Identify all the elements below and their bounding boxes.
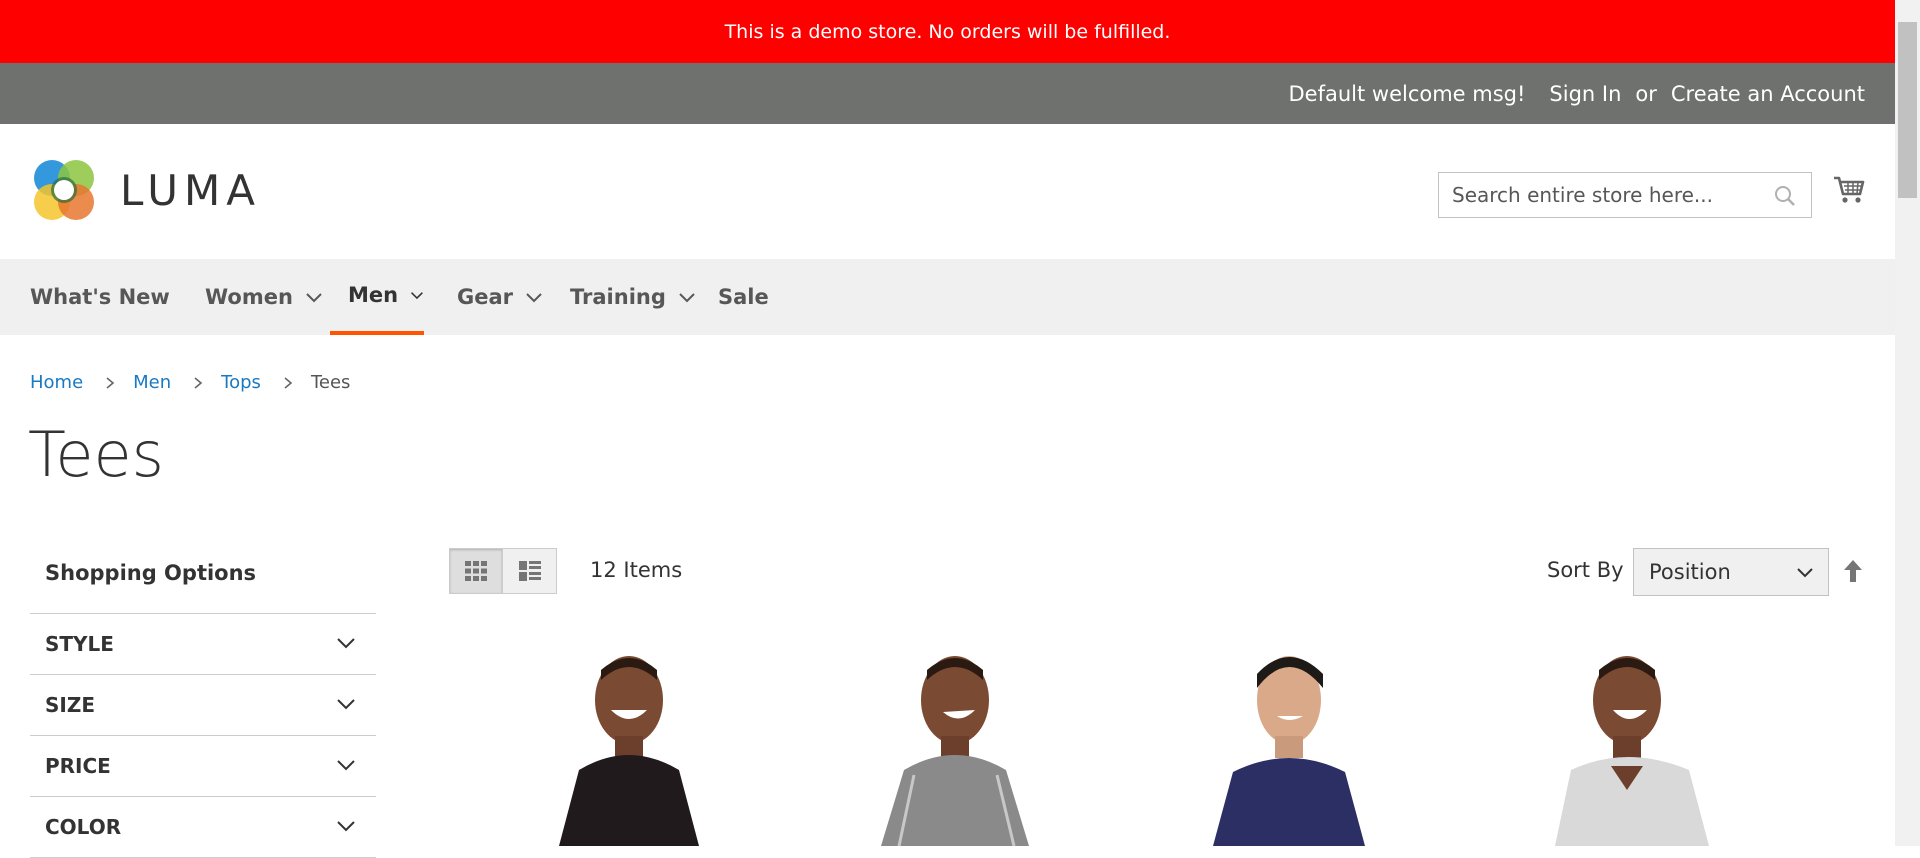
filter-label: COLOR [45,815,122,839]
product-image[interactable] [1169,640,1469,846]
minicart-button[interactable] [1832,172,1866,210]
sidebar-title: Shopping Options [30,548,376,614]
chevron-down-icon [306,293,322,303]
logo-text: LUMA [120,165,262,215]
product-photo [559,656,699,846]
header-links: Default welcome msg! Sign In or Create a… [1288,63,1865,124]
nav-item-label: Women [205,285,293,309]
list-view-button[interactable] [503,548,557,594]
nav-item-training[interactable]: Training [570,259,696,335]
chevron-right-icon [283,376,293,390]
shirt-shape [559,755,699,846]
shopping-options-sidebar: Shopping Options STYLE SIZE PRICE COLOR [30,548,376,858]
shirt-shape [1213,758,1365,846]
logo-link[interactable]: LUMA [30,156,261,224]
filter-label: SIZE [45,693,96,717]
chevron-down-icon [679,293,695,303]
scrollbar-thumb[interactable] [1898,22,1917,198]
demo-notice-text: This is a demo store. No orders will be … [724,20,1171,43]
nav-item-women[interactable]: Women [205,259,323,335]
breadcrumb-tops[interactable]: Tops [221,372,261,393]
site-header: LUMA [0,124,1895,259]
product-photo [1213,656,1365,846]
view-mode-switcher [449,548,557,594]
nav-item-men[interactable]: Men [330,259,424,335]
breadcrumb-current: Tees [310,372,351,393]
products-toolbar: 12 Items Sort By Position [449,548,1869,596]
chevron-down-icon [411,292,424,300]
filter-color[interactable]: COLOR [30,797,376,858]
sign-in-link[interactable]: Sign In [1549,82,1621,106]
cart-icon [1834,176,1865,203]
header-panel: Default welcome msg! Sign In or Create a… [0,63,1895,124]
product-photo [1555,656,1709,846]
product-image[interactable] [819,640,1119,846]
sort-by-value: Position [1649,560,1731,584]
arrow-up-icon [1844,560,1862,582]
list-icon [518,561,541,581]
breadcrumb-men[interactable]: Men [133,372,171,393]
filter-price[interactable]: PRICE [30,736,376,797]
create-account-link[interactable]: Create an Account [1671,82,1865,106]
chevron-down-icon [526,293,542,303]
nav-item-label: Gear [457,285,514,309]
search-box [1438,172,1812,218]
filter-style[interactable]: STYLE [30,614,376,675]
sort-by-select[interactable]: Position [1633,548,1829,596]
search-input[interactable] [1439,173,1772,217]
chevron-down-icon [1797,568,1813,578]
product-image[interactable] [1519,640,1819,846]
search-icon[interactable] [1773,184,1797,208]
chevron-down-icon [337,821,355,832]
nav-item-label: Sale [718,285,769,309]
nav-item-label: Training [570,285,666,309]
chevron-down-icon [337,760,355,771]
main-navigation: What's New Women Men Gear Training Sale [0,259,1895,335]
grid-icon [465,561,487,581]
nav-item-label: What's New [30,285,170,309]
page-title: Tees [28,418,164,491]
nav-item-gear[interactable]: Gear [457,259,543,335]
or-separator: or [1635,81,1657,106]
grid-view-button[interactable] [449,548,503,594]
filter-size[interactable]: SIZE [30,675,376,736]
luma-logo-icon [34,160,94,220]
chevron-right-icon [193,376,203,390]
toolbar-amount: 12 Items [590,558,683,582]
demo-notice-bar: This is a demo store. No orders will be … [0,0,1895,63]
filter-label: PRICE [45,754,111,778]
product-grid [449,640,1869,846]
welcome-message: Default welcome msg! [1288,81,1526,106]
nav-item-whats-new[interactable]: What's New [30,259,170,335]
sort-direction-button[interactable] [1842,558,1864,588]
breadcrumb: Home Men Tops Tees [30,372,350,393]
nav-item-sale[interactable]: Sale [718,259,769,335]
chevron-down-icon [337,638,355,649]
nav-item-label: Men [348,283,399,307]
chevron-right-icon [105,376,115,390]
product-photo [881,656,1029,846]
filter-label: STYLE [45,632,114,656]
sort-by-label: Sort By [1547,558,1624,582]
breadcrumb-home[interactable]: Home [30,372,83,393]
chevron-down-icon [337,699,355,710]
product-image[interactable] [489,640,789,846]
